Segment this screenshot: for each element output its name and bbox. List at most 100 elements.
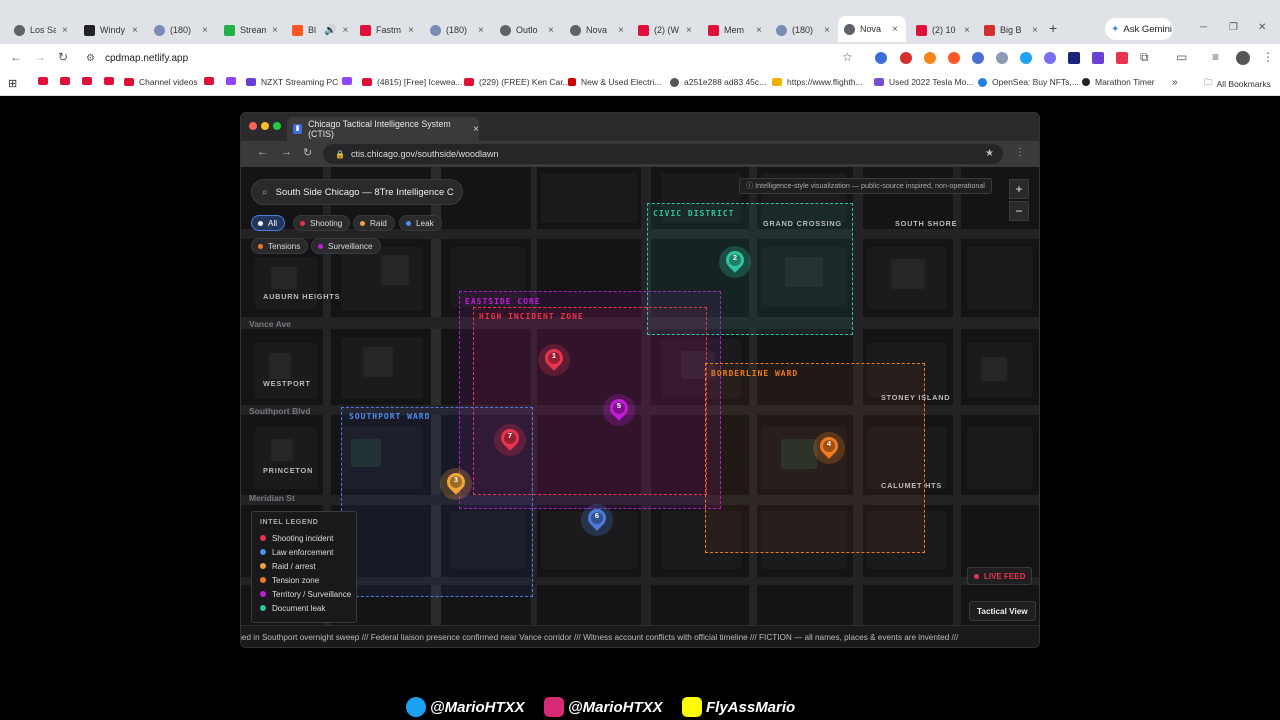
incident-pin-4[interactable]: 4 (813, 432, 845, 464)
bookmark-star-icon[interactable]: ★ (985, 148, 994, 159)
extension-icon[interactable] (875, 52, 887, 64)
outer-tab-6[interactable]: (180) × (424, 18, 484, 42)
extensions-puzzle-icon[interactable]: ⧉ (1140, 50, 1149, 65)
bookmark-nzxt[interactable]: NZXT Streaming PC (246, 77, 338, 87)
inner-tab-ctis[interactable]: ▮ Chicago Tactical Intelligence System (C… (287, 117, 479, 141)
kebab-menu-icon[interactable]: ⋮ (1262, 50, 1274, 64)
incident-pin-1[interactable]: 1 (538, 344, 570, 376)
bookmark-marathon-timer[interactable]: Marathon Timer (1082, 77, 1155, 87)
extension-icon[interactable] (1020, 52, 1032, 64)
zoom-in-button[interactable]: + (1009, 179, 1029, 199)
outer-tab-13[interactable]: (2) 10 × (910, 18, 970, 42)
bookmark-used-tesla[interactable]: Used 2022 Tesla Mo... (874, 77, 973, 87)
inner-address-bar[interactable]: 🔒 ctis.chicago.gov/southside/woodlawn (323, 144, 1003, 164)
close-icon[interactable]: × (342, 25, 348, 36)
maximize-button[interactable]: ❐ (1229, 22, 1238, 33)
close-icon[interactable]: × (824, 25, 830, 36)
outer-tab-8[interactable]: Nova × (564, 18, 624, 42)
bookmark-flighth[interactable]: https://www.flighth... (772, 77, 863, 87)
minimize-button[interactable]: ─ (1200, 22, 1207, 33)
bookmark-icewea[interactable]: (4815) [Free] Icewea... (362, 77, 463, 87)
close-icon[interactable]: × (408, 25, 414, 36)
close-icon[interactable]: × (132, 25, 138, 36)
bookmark-opensea[interactable]: OpenSea: Buy NFTs,... (978, 77, 1079, 87)
forward-button[interactable]: → (34, 50, 46, 64)
extension-icon[interactable] (1044, 52, 1056, 64)
outer-tab-12-active[interactable]: Nova × (838, 16, 906, 42)
extension-icon[interactable] (1116, 52, 1128, 64)
bookmark-youtube-icon[interactable] (38, 77, 53, 85)
close-icon[interactable]: × (756, 25, 762, 36)
ask-gemini-button[interactable]: ✦ Ask Gemini (1105, 18, 1173, 40)
bookmark-twitch-icon[interactable] (226, 77, 241, 85)
minimize-dot-button[interactable] (261, 122, 269, 130)
apps-grid-icon[interactable]: ⊞ (8, 77, 17, 90)
inner-forward-button[interactable]: → (281, 146, 292, 158)
close-icon[interactable]: × (548, 25, 554, 36)
bookmark-a251[interactable]: a251e288 ad83 45c... (670, 77, 766, 87)
extension-icon[interactable] (972, 52, 984, 64)
extension-icon[interactable] (1092, 52, 1104, 64)
close-icon[interactable]: × (62, 25, 68, 36)
reload-button[interactable]: ↻ (58, 50, 68, 64)
close-icon[interactable]: × (964, 25, 970, 36)
inner-back-button[interactable]: ← (257, 146, 268, 158)
outer-tab-9[interactable]: (2) (W × (632, 18, 692, 42)
close-icon[interactable]: × (202, 25, 208, 36)
speaker-icon[interactable]: 🔊 (324, 25, 336, 36)
bookmark-youtube-icon[interactable] (104, 77, 119, 85)
bookmark-youtube-icon[interactable] (60, 77, 75, 85)
bookmark-kencar[interactable]: (229) (FREE) Ken Car... (464, 77, 570, 87)
incident-pin-2[interactable]: 2 (719, 246, 751, 278)
outer-tab-10[interactable]: Mem × (702, 18, 762, 42)
tactical-view-button[interactable]: Tactical View (969, 601, 1036, 621)
bookmark-youtube-icon[interactable] (82, 77, 97, 85)
incident-pin-3[interactable]: 3 (440, 468, 472, 500)
metamask-icon[interactable] (924, 52, 936, 64)
bookmarks-overflow-icon[interactable]: » (1172, 77, 1178, 88)
close-icon[interactable]: × (618, 25, 624, 36)
outer-tab-3[interactable]: Stream × (218, 18, 278, 42)
extension-icon[interactable] (948, 52, 960, 64)
zone-borderline-ward[interactable] (705, 363, 925, 553)
bookmark-twitch-icon[interactable] (342, 77, 357, 85)
outer-tab-1[interactable]: Windy × (78, 18, 138, 42)
outer-tab-4[interactable]: Bl 🔊 × (286, 18, 348, 42)
extension-icon[interactable] (900, 52, 912, 64)
incident-pin-6[interactable]: 6 (581, 504, 613, 536)
outer-tab-14[interactable]: Big B × (978, 18, 1038, 42)
bookmark-youtube-icon[interactable] (204, 77, 219, 85)
outer-tab-0[interactable]: Los Sa × (8, 18, 68, 42)
live-feed-button[interactable]: LIVE FEED (967, 567, 1033, 585)
site-info-icon[interactable]: ⚙ (86, 53, 95, 64)
outer-tab-7[interactable]: Outlo × (494, 18, 554, 42)
filter-chip-raid[interactable]: Raid (353, 215, 395, 231)
back-button[interactable]: ← (10, 50, 22, 64)
close-icon[interactable]: × (892, 24, 898, 35)
extension-icon[interactable] (1068, 52, 1080, 64)
map-canvas[interactable]: EASTSIDE CORE HIGH INCIDENT ZONE CIVIC D… (241, 167, 1039, 625)
bookmark-tesla[interactable]: New & Used Electri... (568, 77, 661, 87)
bookmark-channel-videos[interactable]: Channel videos (124, 77, 198, 87)
close-icon[interactable]: × (272, 25, 278, 36)
close-icon[interactable]: × (473, 124, 479, 135)
window-close-button[interactable]: ✕ (1258, 22, 1266, 33)
new-tab-button[interactable]: + (1049, 20, 1057, 36)
extension-icon[interactable] (996, 52, 1008, 64)
downloads-icon[interactable]: ≡ (1212, 50, 1219, 64)
address-bar[interactable]: ⚙ cpdmap.netlify.app (80, 48, 860, 68)
close-dot-button[interactable] (249, 122, 257, 130)
close-icon[interactable]: × (478, 25, 484, 36)
outer-tab-11[interactable]: (180) × (770, 18, 830, 42)
avatar[interactable] (1236, 51, 1250, 65)
filter-chip-tensions[interactable]: Tensions (251, 238, 309, 254)
reading-list-icon[interactable]: ▭ (1176, 50, 1187, 64)
kebab-menu-icon[interactable]: ⋮ (1015, 147, 1025, 158)
outer-tab-5[interactable]: Fastm × (354, 18, 414, 42)
map-search-input[interactable]: ⌕ South Side Chicago — 8Tre Intelligence … (251, 179, 463, 205)
close-icon[interactable]: × (1032, 25, 1038, 36)
incident-pin-5[interactable]: 5 (603, 394, 635, 426)
incident-pin-7[interactable]: 7 (494, 424, 526, 456)
filter-chip-all[interactable]: All (251, 215, 286, 231)
zoom-out-button[interactable]: − (1009, 201, 1029, 221)
